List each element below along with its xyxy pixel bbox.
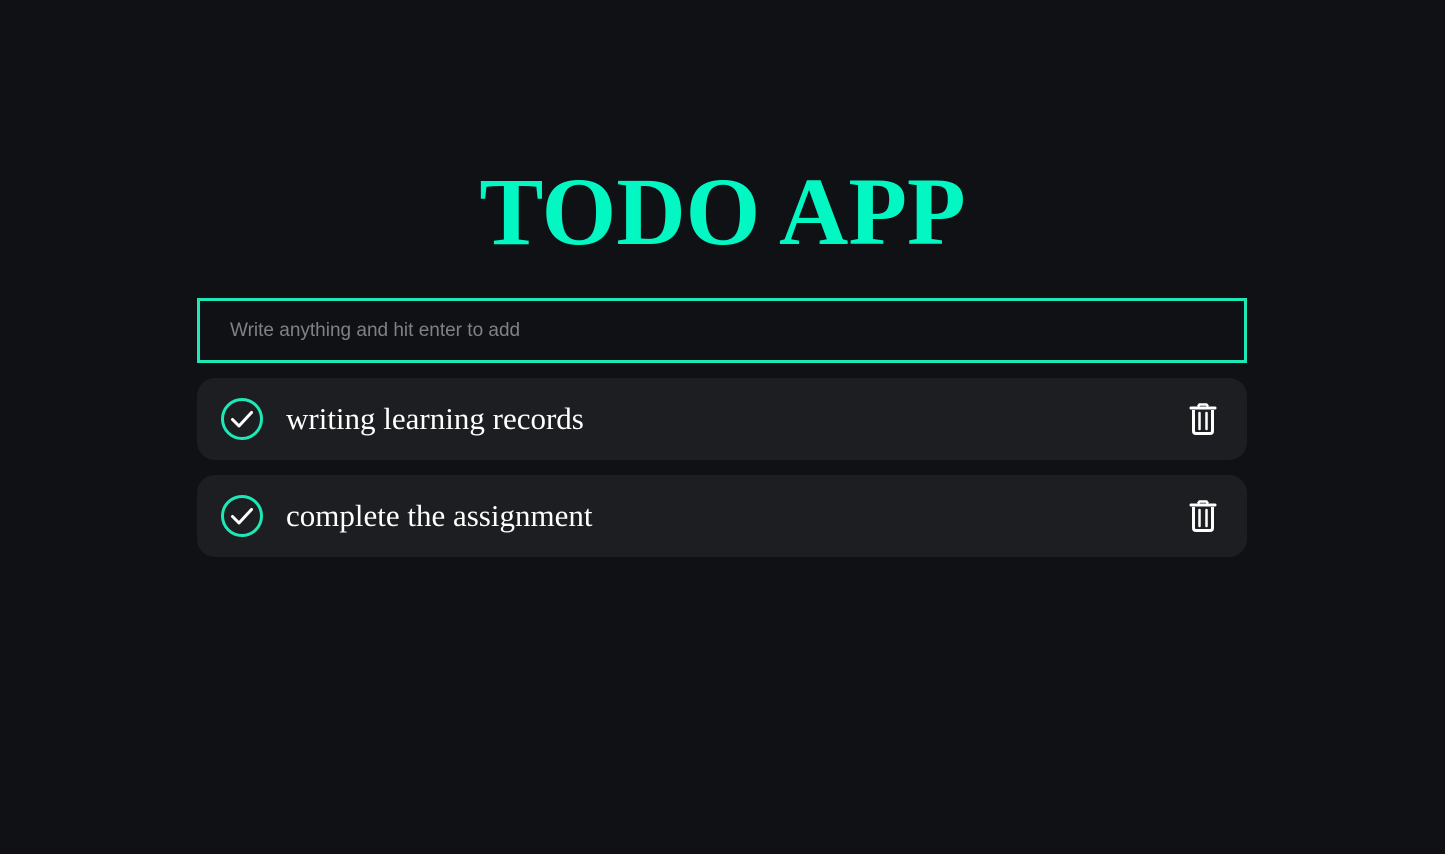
check-circle-icon[interactable] [220,397,264,441]
todo-list: writing learning records complete the as… [197,378,1247,572]
trash-icon[interactable] [1189,500,1217,532]
todo-item: complete the assignment [197,475,1247,557]
todo-input[interactable] [200,301,1244,360]
app-title: TODO APP [479,158,966,265]
todo-item: writing learning records [197,378,1247,460]
todo-text: writing learning records [286,401,584,436]
todo-input-container [197,298,1247,363]
check-circle-icon[interactable] [220,494,264,538]
trash-icon[interactable] [1189,403,1217,435]
todo-text: complete the assignment [286,498,593,533]
